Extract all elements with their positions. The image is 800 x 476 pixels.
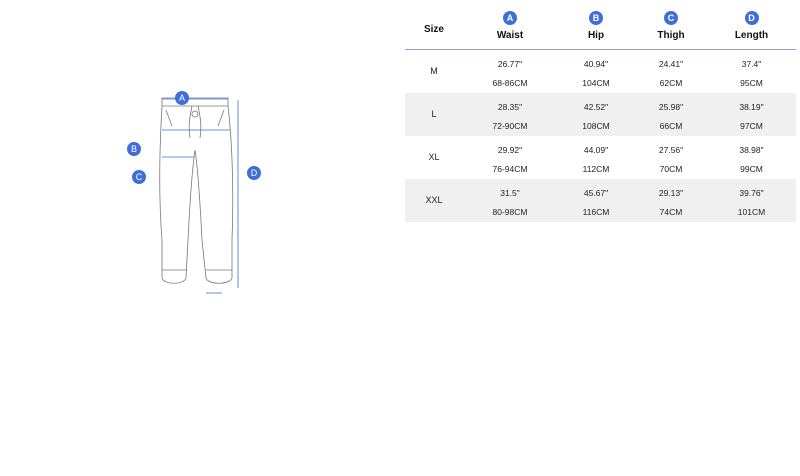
thigh-column-header: C Thigh [637,6,705,49]
inch-value: 39.76" [739,188,764,198]
table-row: M 26.77" 68-86CM 40.94" 104CM 24.41" 62CM 3… [405,50,796,93]
hip-cell: 40.94" 104CM [555,50,637,93]
inch-value: 27.56" [658,145,684,155]
cm-value: 116CM [582,207,610,217]
marker-b-icon: B [589,11,603,25]
hip-cell: 44.09" 112CM [555,136,637,179]
inch-value: 42.52" [583,102,609,112]
size-cell: M [430,66,438,76]
table-row: L 28.35" 72-90CM 42.52" 108CM 25.98" 66CM 3… [405,93,796,136]
cm-value: 74CM [659,207,683,217]
cm-value: 72-90CM [492,121,528,131]
size-chart-table: Size A Waist B Hip C Thigh D Length M 26… [405,6,796,222]
marker-d-icon: D [744,11,759,25]
cm-value: 76-94CM [492,164,528,174]
waist-cell: 28.35" 72-90CM [467,93,553,136]
pants-outline-illustration [159,97,239,294]
marker-c-icon: C [132,170,146,184]
inch-value: 25.98" [658,102,684,112]
cm-value: 70CM [659,164,683,174]
column-label: Hip [587,30,605,41]
column-label: Length [734,30,769,41]
marker-c-icon: C [664,11,678,25]
inch-value: 38.19" [739,102,764,112]
cm-value: 80-98CM [492,207,528,217]
cm-value: 95CM [740,78,763,88]
thigh-cell: 27.56" 70CM [637,136,705,179]
waist-cell: 31.5" 80-98CM [467,179,553,222]
inch-value: 28.35" [497,102,523,112]
hip-column-header: B Hip [555,6,637,49]
inch-value: 37.4" [741,59,762,69]
marker-a-icon: A [503,11,517,25]
length-column-header: D Length [707,6,796,49]
thigh-cell: 29.13" 74CM [637,179,705,222]
size-column-header: Size [423,24,444,35]
inch-value: 31.5" [500,188,520,198]
thigh-cell: 24.41" 62CM [637,50,705,93]
size-cell: XXL [425,195,443,205]
column-label: Waist [496,30,524,41]
cm-value: 62CM [659,78,683,88]
cm-value: 108CM [582,121,610,131]
inch-value: 24.41" [658,59,684,69]
cm-value: 68-86CM [492,78,528,88]
inch-value: 40.94" [583,59,609,69]
length-cell: 38.98" 99CM [707,136,796,179]
size-cell: XL [428,152,440,162]
waist-cell: 26.77" 68-86CM [467,50,553,93]
length-cell: 38.19" 97CM [707,93,796,136]
pants-diagram: A B C D [120,80,280,310]
table-header-row: Size A Waist B Hip C Thigh D Length [405,6,796,50]
inch-value: 38.98" [739,145,764,155]
marker-b-icon: B [127,142,141,156]
marker-a-icon: A [175,91,189,105]
cm-value: 104CM [582,78,610,88]
cm-value: 99CM [740,164,763,174]
waist-column-header: A Waist [467,6,553,49]
marker-d-icon: D [247,166,261,180]
hip-cell: 45.67" 116CM [555,179,637,222]
waist-cell: 29.92" 76-94CM [467,136,553,179]
hip-cell: 42.52" 108CM [555,93,637,136]
inch-value: 29.92" [497,145,523,155]
inch-value: 44.09" [583,145,609,155]
cm-value: 66CM [659,121,683,131]
inch-value: 26.77" [497,59,523,69]
thigh-cell: 25.98" 66CM [637,93,705,136]
cm-value: 97CM [740,121,763,131]
inch-value: 29.13" [658,188,684,198]
cm-value: 112CM [582,164,610,174]
table-row: XL 29.92" 76-94CM 44.09" 112CM 27.56" 70CM … [405,136,796,179]
column-label: Thigh [657,30,685,41]
size-cell: L [431,109,437,119]
table-row: XXL 31.5" 80-98CM 45.67" 116CM 29.13" 74CM … [405,179,796,222]
cm-value: 101CM [737,207,766,217]
inch-value: 45.67" [583,188,609,198]
length-cell: 39.76" 101CM [707,179,796,222]
length-cell: 37.4" 95CM [707,50,796,93]
